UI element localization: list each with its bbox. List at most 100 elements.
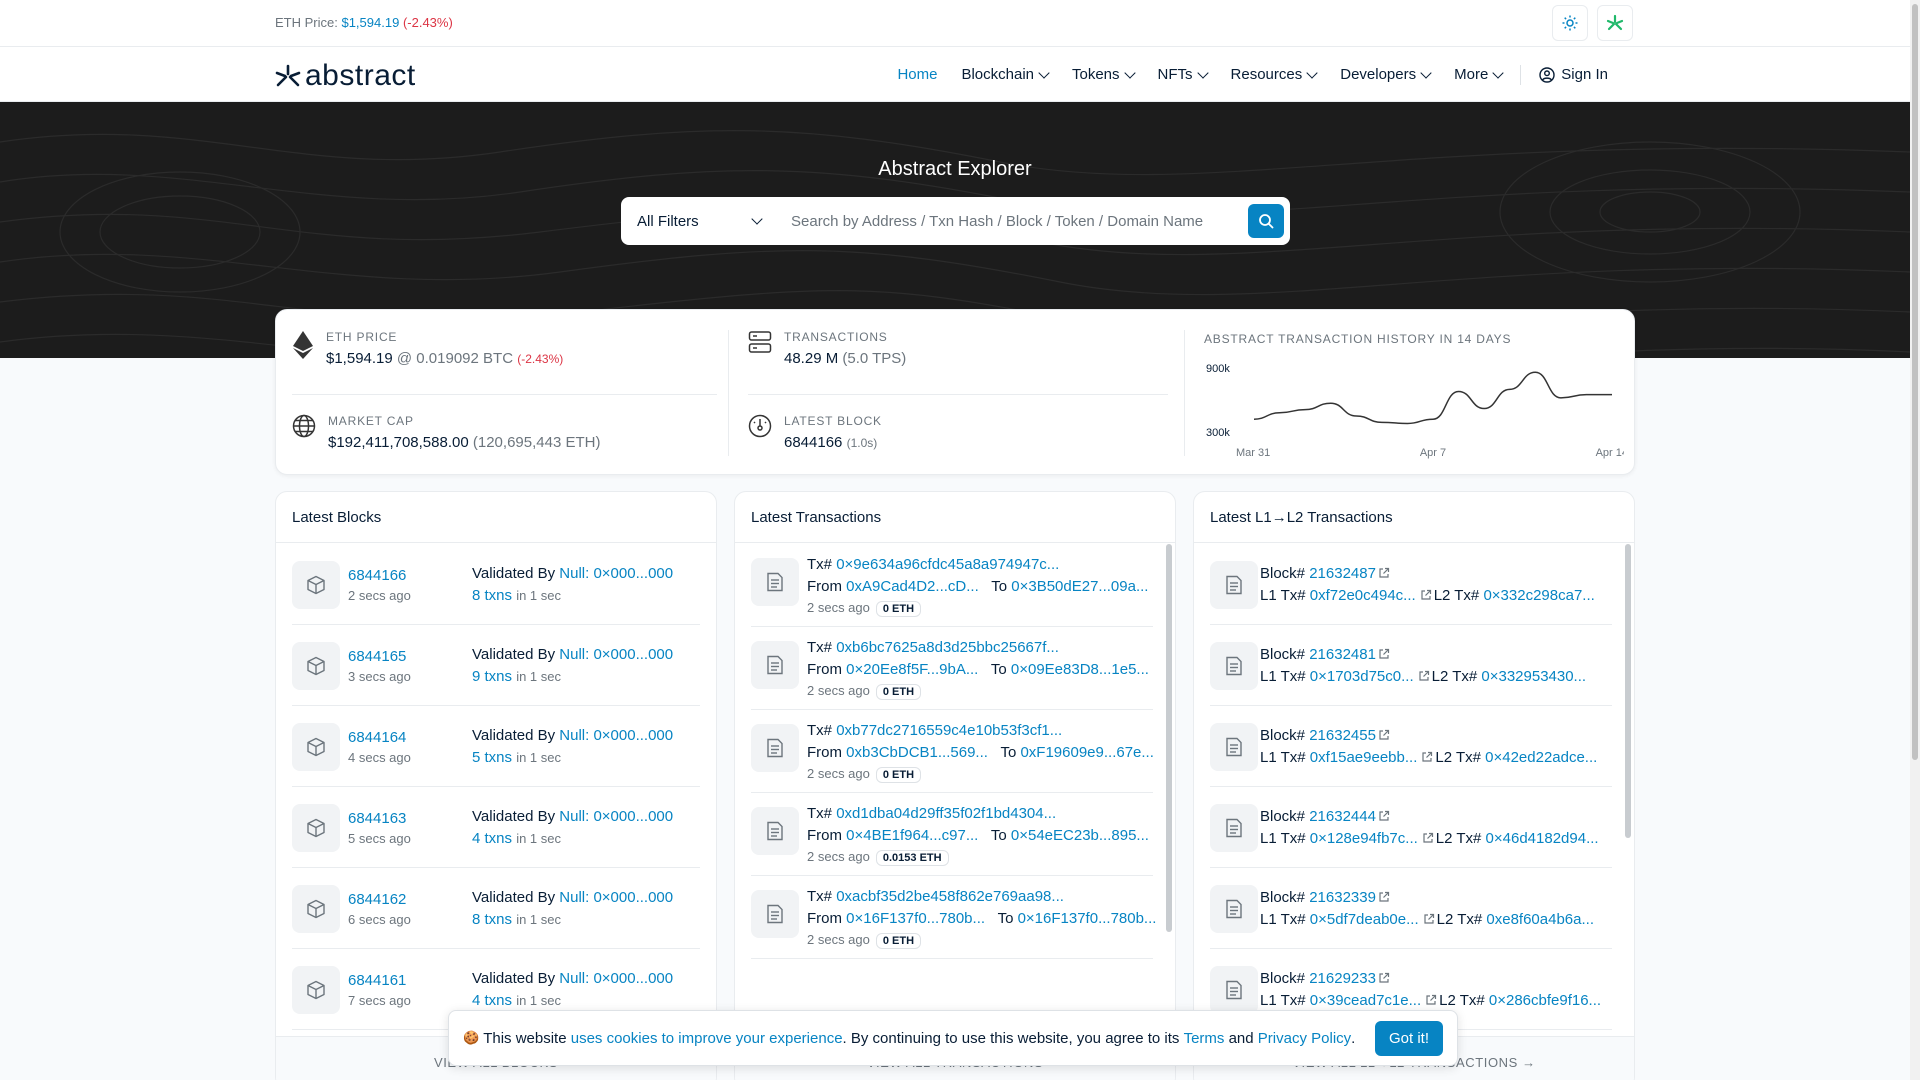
nav-resources[interactable]: Resources	[1231, 66, 1318, 83]
nav-nfts[interactable]: NFTs	[1158, 66, 1209, 83]
data-point[interactable]	[1531, 368, 1539, 376]
network-button[interactable]	[1597, 5, 1633, 41]
block-txns-link[interactable]: 4 txns	[472, 992, 512, 1009]
block-number-link[interactable]: 6844163	[348, 810, 406, 827]
external-link-icon[interactable]	[1378, 971, 1390, 988]
page-scrollbar[interactable]	[1910, 0, 1920, 1080]
l1-tx-link[interactable]: 0×39cead7c1e...	[1310, 992, 1421, 1009]
block-txns-link[interactable]: 9 txns	[472, 668, 512, 685]
sign-in-button[interactable]: Sign In	[1539, 66, 1608, 83]
external-link-icon[interactable]	[1378, 728, 1390, 745]
data-point[interactable]	[1352, 412, 1360, 420]
tx-from-link[interactable]: 0×16F137f0...780b...	[846, 910, 985, 927]
theme-toggle-button[interactable]	[1552, 5, 1588, 41]
data-point[interactable]	[1455, 387, 1463, 395]
transaction-history-chart[interactable]: 900k 300k Mar 31 Apr 7 Apr 14	[1204, 360, 1624, 460]
tx-hash-link[interactable]: 0xb6bc7625a8d3d25bbc25667f...	[836, 639, 1059, 656]
l1-tx-link[interactable]: 0xf72e0c494c...	[1310, 587, 1416, 604]
data-point[interactable]	[1301, 406, 1309, 414]
validator-link[interactable]: Null: 0×000...000	[559, 970, 673, 987]
block-number-link[interactable]: 6844162	[348, 891, 406, 908]
data-point[interactable]	[1582, 391, 1590, 399]
external-link-icon[interactable]	[1378, 647, 1390, 664]
tx-to-link[interactable]: 0×16F137f0...780b...	[1018, 910, 1157, 927]
block-txns-link[interactable]: 5 txns	[472, 749, 512, 766]
nav-developers[interactable]: Developers	[1340, 66, 1432, 83]
search-input[interactable]	[777, 201, 1248, 241]
block-txns-link[interactable]: 8 txns	[472, 911, 512, 928]
nav-blockchain[interactable]: Blockchain	[961, 66, 1050, 83]
cookie-policy-link[interactable]: uses cookies to improve your experience	[571, 1030, 843, 1047]
block-number-link[interactable]: 6844166	[348, 567, 406, 584]
tx-from-link[interactable]: 0×20Ee8f5F...9bA...	[846, 661, 978, 678]
l1-tx-link[interactable]: 0×5df7deab0e...	[1310, 911, 1419, 928]
l1-block-link[interactable]: 21632487	[1309, 565, 1376, 582]
validator-link[interactable]: Null: 0×000...000	[559, 889, 673, 906]
validator-link[interactable]: Null: 0×000...000	[559, 727, 673, 744]
terms-link[interactable]: Terms	[1184, 1030, 1225, 1047]
l1-block-link[interactable]: 21632481	[1309, 646, 1376, 663]
data-point[interactable]	[1557, 394, 1565, 402]
tx-to-link[interactable]: 0×09Ee83D8...1e5...	[1011, 661, 1149, 678]
external-link-icon[interactable]	[1378, 890, 1390, 907]
transactions-value[interactable]: 48.29 M	[784, 350, 838, 367]
nav-more[interactable]: More	[1454, 66, 1504, 83]
l1-block-link[interactable]: 21632455	[1309, 727, 1376, 744]
tx-hash-link[interactable]: 0xacbf35d2be458f862e769aa98...	[836, 888, 1064, 905]
l1-tx-link[interactable]: 0×128e94fb7c...	[1310, 830, 1418, 847]
accept-cookies-button[interactable]: Got it!	[1374, 1020, 1443, 1056]
scrollbar[interactable]	[1625, 544, 1631, 838]
tx-hash-link[interactable]: 0×9e634a96cfdc45a8a974947c...	[836, 556, 1059, 573]
tx-hash-link[interactable]: 0xb77dc2716559c4e10b53f3cf1...	[836, 722, 1062, 739]
data-point[interactable]	[1480, 405, 1488, 413]
data-point[interactable]	[1403, 419, 1411, 427]
search-button[interactable]	[1248, 204, 1284, 238]
tx-from-link[interactable]: 0×4BE1f964...c97...	[846, 827, 978, 844]
data-point[interactable]	[1327, 399, 1335, 407]
l1-block-link[interactable]: 21632339	[1309, 889, 1376, 906]
data-point[interactable]	[1506, 385, 1514, 393]
data-point[interactable]	[1250, 415, 1258, 423]
l2-tx-link[interactable]: 0×42ed22adce...	[1485, 749, 1597, 766]
block-txns-link[interactable]: 4 txns	[472, 830, 512, 847]
tx-to-link[interactable]: 0×3B50dE27...09a...	[1011, 578, 1148, 595]
l1-tx-link[interactable]: 0×1703d75c0...	[1310, 668, 1414, 685]
external-link-icon[interactable]	[1423, 912, 1435, 929]
l2-tx-link[interactable]: 0×332c298ca7...	[1483, 587, 1594, 604]
tx-from-link[interactable]: 0xb3CbDCB1...569...	[846, 744, 988, 761]
tx-hash-link[interactable]: 0xd1dba04d29ff35f02f1bd4304...	[836, 805, 1056, 822]
external-link-icon[interactable]	[1422, 831, 1434, 848]
nav-home[interactable]: Home	[897, 66, 937, 83]
data-point[interactable]	[1608, 391, 1616, 399]
page-scrollbar-thumb[interactable]	[1912, 4, 1918, 760]
external-link-icon[interactable]	[1378, 566, 1390, 583]
tx-to-link[interactable]: 0xF19609e9...67e...	[1020, 744, 1153, 761]
validator-link[interactable]: Null: 0×000...000	[559, 808, 673, 825]
block-txns-link[interactable]: 8 txns	[472, 587, 512, 604]
external-link-icon[interactable]	[1421, 750, 1433, 767]
external-link-icon[interactable]	[1420, 588, 1432, 605]
l1-block-link[interactable]: 21629233	[1309, 970, 1376, 987]
block-number-link[interactable]: 6844165	[348, 648, 406, 665]
filter-dropdown[interactable]: All Filters	[621, 197, 777, 245]
scrollbar[interactable]	[1166, 544, 1172, 932]
external-link-icon[interactable]	[1425, 993, 1437, 1010]
l1-block-link[interactable]: 21632444	[1309, 808, 1376, 825]
l2-tx-link[interactable]: 0×46d4182d94...	[1486, 830, 1599, 847]
block-number-link[interactable]: 6844161	[348, 972, 406, 989]
block-number-link[interactable]: 6844164	[348, 729, 406, 746]
site-logo[interactable]: abstract	[275, 59, 416, 93]
external-link-icon[interactable]	[1378, 809, 1390, 826]
data-point[interactable]	[1276, 409, 1284, 417]
privacy-policy-link[interactable]: Privacy Policy	[1258, 1030, 1351, 1047]
data-point[interactable]	[1429, 415, 1437, 423]
external-link-icon[interactable]	[1418, 669, 1430, 686]
data-point[interactable]	[1378, 418, 1386, 426]
l1-tx-link[interactable]: 0xf15ae9eebb...	[1310, 749, 1418, 766]
validator-link[interactable]: Null: 0×000...000	[559, 646, 673, 663]
eth-price-value[interactable]: $1,594.19	[341, 15, 399, 30]
tx-to-link[interactable]: 0×54eEC23b...895...	[1011, 827, 1149, 844]
l2-tx-link[interactable]: 0×286cbfe9f16...	[1489, 992, 1601, 1009]
l2-tx-link[interactable]: 0×332953430...	[1481, 668, 1586, 685]
eth-price-stat-value[interactable]: $1,594.19	[326, 350, 393, 367]
